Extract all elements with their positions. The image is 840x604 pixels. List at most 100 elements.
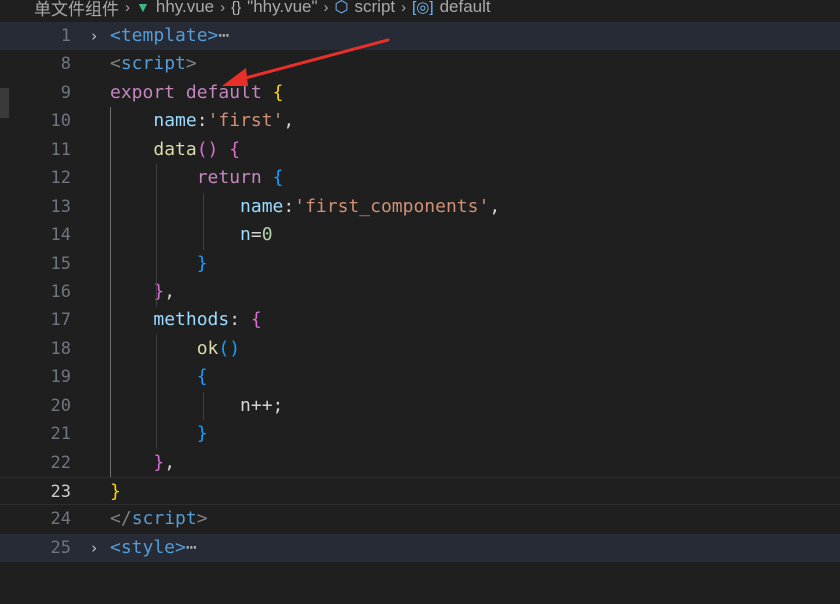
- code-token: default: [185, 81, 262, 103]
- line-number: 21: [50, 424, 71, 445]
- code-token: script: [120, 53, 186, 75]
- code-line[interactable]: 18 ok(): [0, 335, 840, 363]
- breadcrumb-symbol[interactable]: default: [440, 0, 491, 17]
- code-line[interactable]: 22 },: [0, 449, 840, 477]
- code-line[interactable]: 8 <script>: [0, 50, 840, 78]
- code-line[interactable]: 12 return {: [0, 164, 840, 192]
- code-text: n=0: [110, 221, 273, 249]
- code-token: <template>: [110, 25, 219, 46]
- code-editor[interactable]: 1 › <template>⋯ 8 <script> 9 export default {1…: [0, 22, 840, 563]
- line-number: 17: [50, 310, 71, 331]
- chevron-right-icon: ›: [323, 0, 329, 16]
- code-line[interactable]: 21 }: [0, 420, 840, 448]
- code-line[interactable]: 16 },: [0, 278, 840, 306]
- code-line[interactable]: 14 n=0: [0, 221, 840, 249]
- code-line[interactable]: 20 n++;: [0, 392, 840, 420]
- line-number: 16: [50, 281, 71, 302]
- code-token: ,: [164, 280, 176, 302]
- code-text: <template>⋯: [110, 22, 229, 50]
- code-token: ,: [283, 110, 295, 132]
- line-number: 11: [50, 139, 71, 160]
- line-number: 22: [50, 452, 71, 473]
- breadcrumb-folder[interactable]: 单文件组件: [34, 0, 119, 20]
- fold-chevron-icon[interactable]: ›: [84, 534, 104, 562]
- breadcrumb: 单文件组件 › ▼ hhy.vue › {} "hhy.vue" › ⬡ scr…: [0, 0, 840, 22]
- code-token: <: [110, 53, 121, 75]
- code-line[interactable]: 11 data() {: [0, 136, 840, 164]
- indent-guide: [202, 192, 204, 250]
- code-line[interactable]: 19 {: [0, 363, 840, 391]
- code-token: >: [185, 53, 197, 75]
- line-number: 25: [50, 537, 71, 558]
- code-text: },: [110, 278, 175, 306]
- code-token: {: [250, 309, 262, 331]
- breadcrumb-section[interactable]: script: [355, 0, 396, 17]
- code-token: }: [153, 280, 165, 302]
- code-line[interactable]: 9 export default {: [0, 79, 840, 107]
- code-text: }: [110, 478, 121, 506]
- code-text: n++;: [110, 392, 283, 420]
- code-token: ok: [196, 337, 219, 359]
- code-text: <script>: [110, 50, 197, 78]
- line-number: 8: [60, 54, 71, 75]
- code-token: ⋯: [218, 25, 230, 46]
- code-token: 'first': [207, 110, 284, 132]
- code-text: <style>⋯: [110, 534, 197, 562]
- code-token: {: [229, 138, 241, 160]
- line-number: 12: [50, 168, 71, 189]
- line-number: 1: [60, 26, 71, 46]
- indent-guide: [110, 107, 111, 478]
- code-line[interactable]: 15 }: [0, 250, 840, 278]
- code-line[interactable]: 24 </script>: [0, 505, 840, 533]
- line-number: 15: [50, 253, 71, 274]
- chevron-right-icon: ›: [125, 0, 130, 16]
- code-line[interactable]: 23}: [0, 477, 840, 506]
- code-token: {: [272, 81, 284, 103]
- chevron-right-icon: ›: [401, 0, 407, 16]
- code-line[interactable]: 13 name:'first_components',: [0, 193, 840, 221]
- code-line[interactable]: 17 methods: {: [0, 306, 840, 334]
- code-token: ,: [164, 451, 176, 473]
- code-token: :: [229, 309, 251, 331]
- code-line[interactable]: 10 name:'first',: [0, 107, 840, 135]
- code-token: :: [283, 195, 295, 217]
- code-token: }: [153, 451, 165, 473]
- line-number: 13: [50, 196, 71, 217]
- code-token: name: [153, 110, 197, 132]
- code-text: </script>: [110, 505, 208, 533]
- code-token: return: [196, 167, 262, 189]
- code-token: data: [153, 138, 197, 160]
- code-text: ok(): [110, 335, 240, 363]
- indent-guide: [202, 391, 204, 421]
- fold-chevron-icon[interactable]: ›: [84, 22, 104, 50]
- code-token: (): [218, 337, 241, 359]
- code-token: methods: [153, 309, 230, 331]
- line-number: 24: [50, 509, 71, 530]
- indent-guide: [156, 334, 158, 449]
- breadcrumb-object[interactable]: "hhy.vue": [247, 0, 317, 17]
- code-token: =: [250, 224, 262, 246]
- line-number: 9: [60, 82, 71, 103]
- code-token: script: [131, 508, 197, 530]
- code-token: <style>: [110, 536, 186, 558]
- line-number: 20: [50, 395, 71, 416]
- code-line[interactable]: 25 › <style>⋯: [0, 533, 840, 563]
- line-number: 19: [50, 367, 71, 388]
- breadcrumb-file[interactable]: hhy.vue: [156, 0, 214, 17]
- line-number: 14: [50, 225, 71, 246]
- code-text: }: [110, 420, 208, 448]
- code-token: export: [110, 81, 176, 103]
- code-line[interactable]: 1 › <template>⋯: [0, 22, 840, 51]
- indent-guide: [156, 164, 158, 307]
- symbol-module-icon: [◎]: [412, 0, 434, 16]
